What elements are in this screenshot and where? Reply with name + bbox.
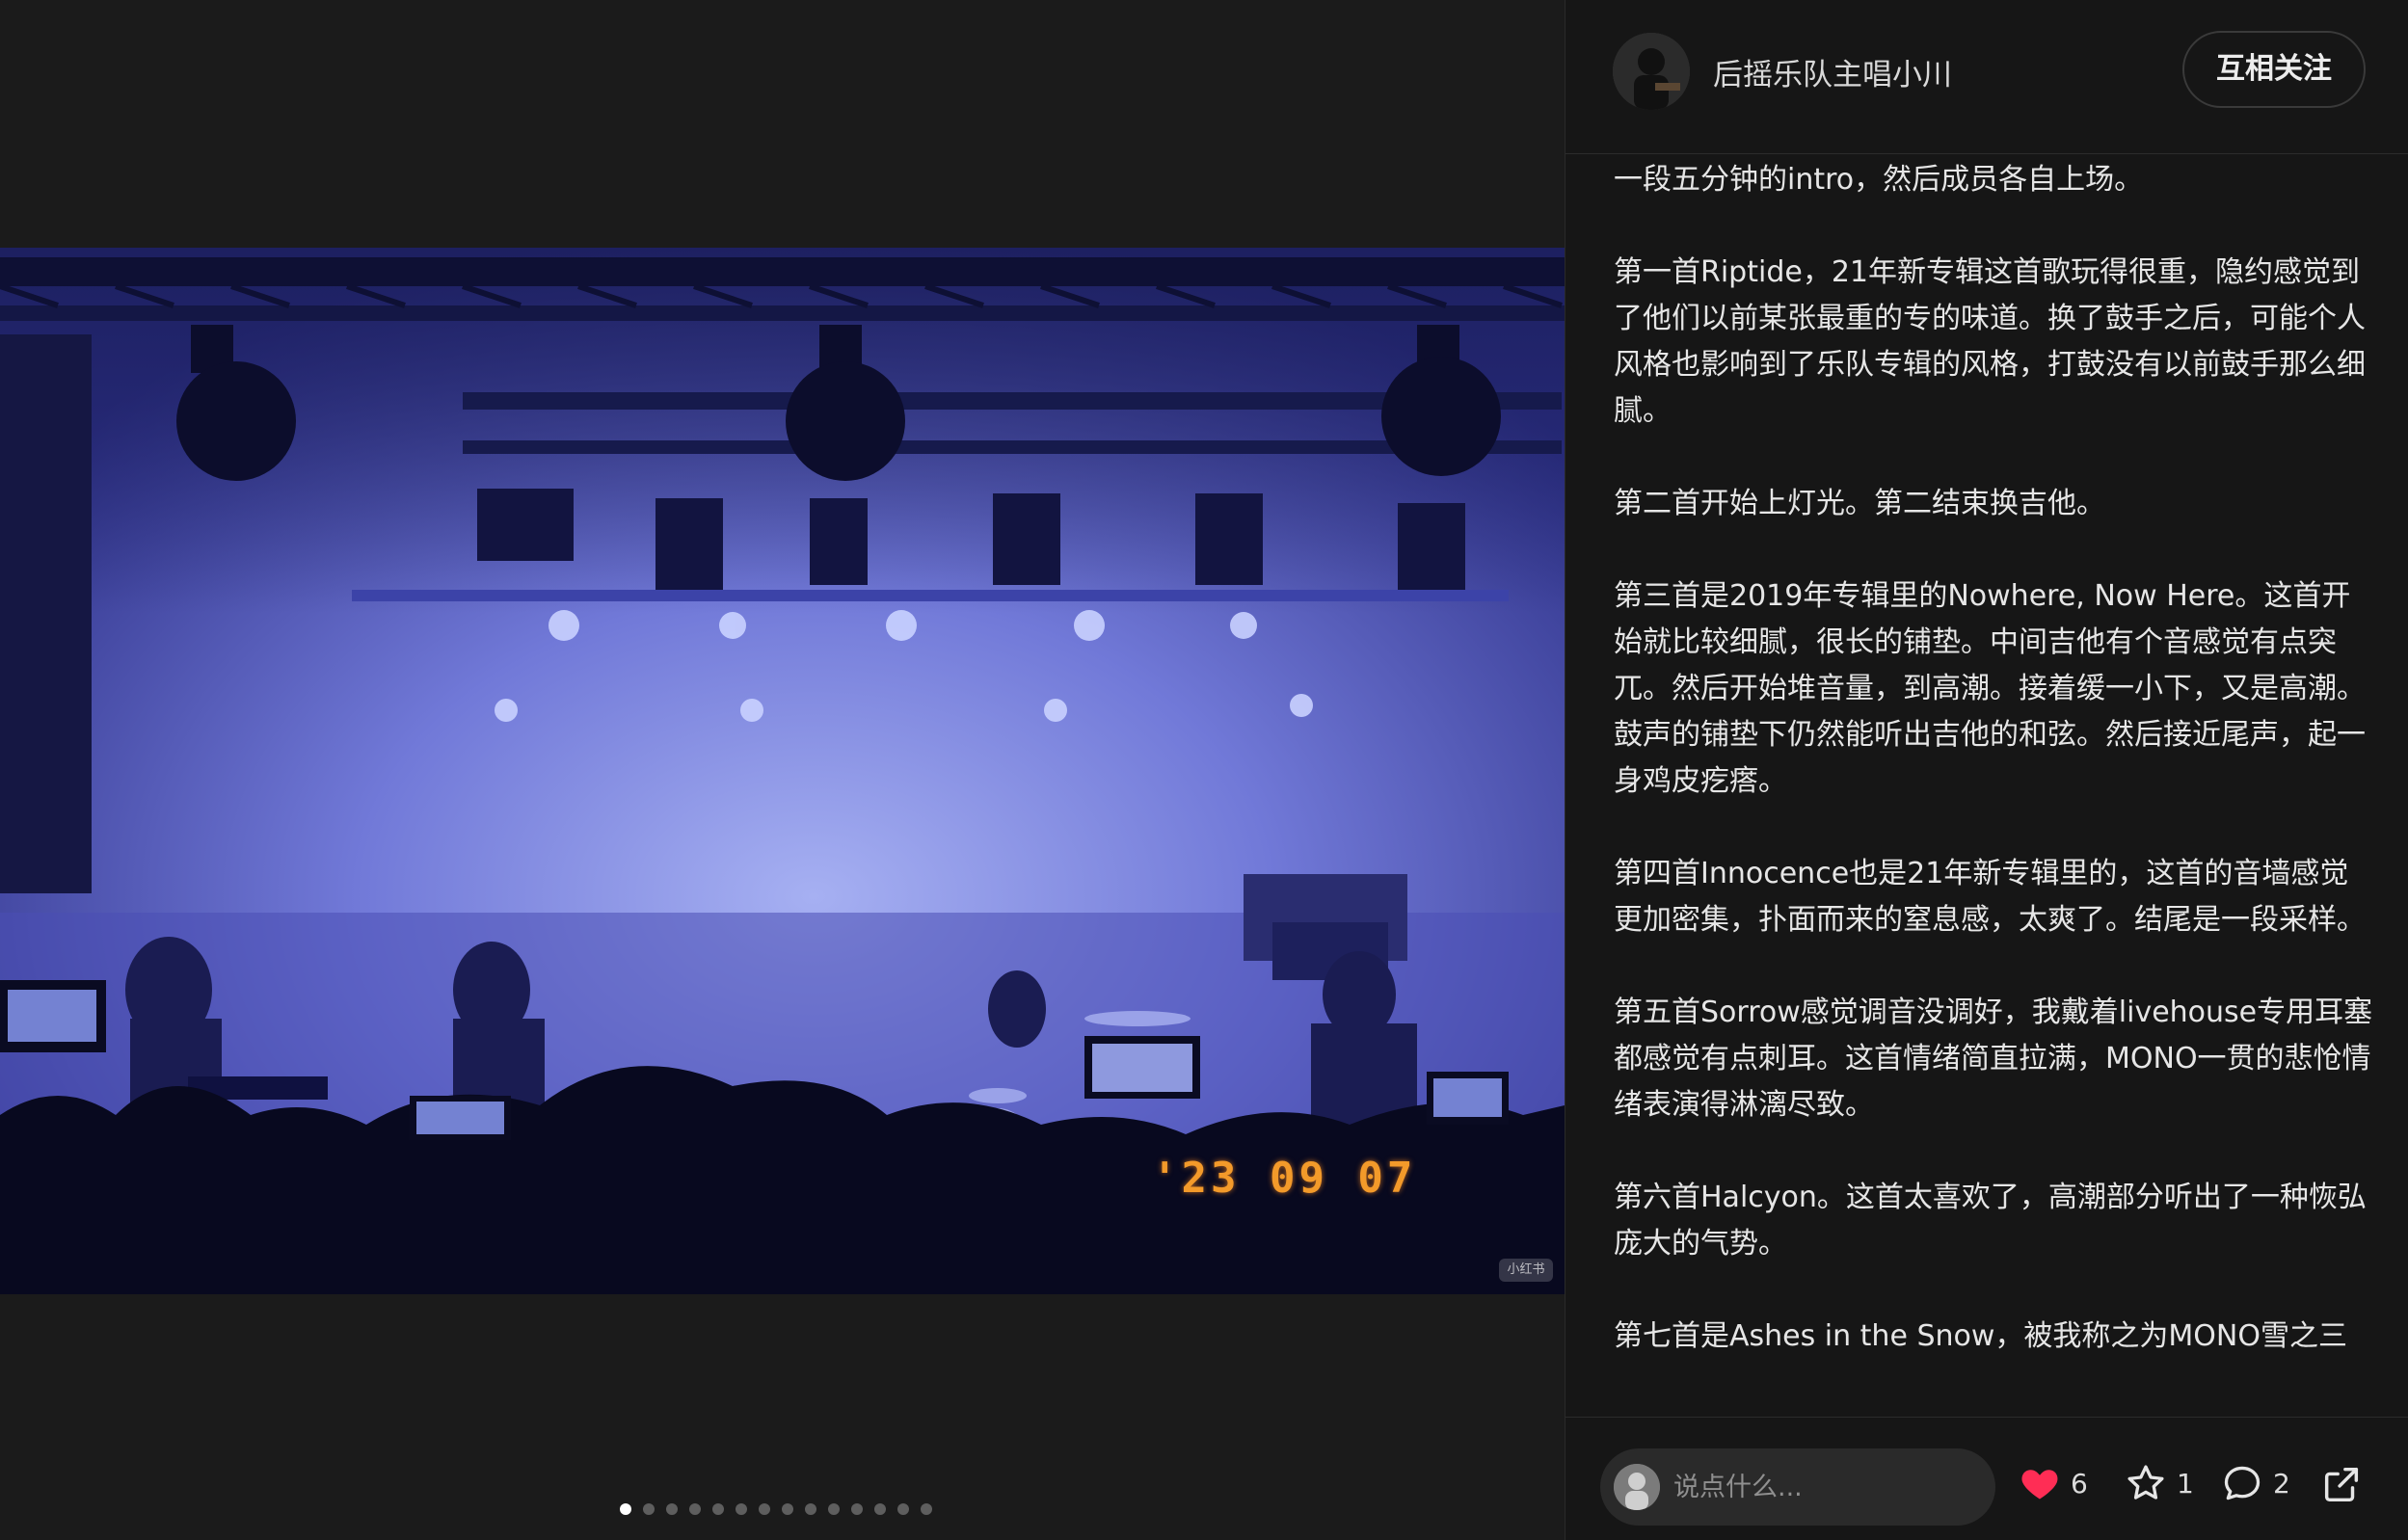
- paragraph: 第五首Sorrow感觉调音没调好，我戴着livehouse专用耳塞都感觉有点刺耳…: [1614, 996, 2373, 1122]
- note-body: 一段五分钟的intro，然后成员各自上场。 第一首Riptide，21年新专辑这…: [1614, 157, 2375, 1415]
- slide-dot[interactable]: [643, 1503, 655, 1515]
- paragraph: 第六首Halcyon。这首太喜欢了，高潮部分听出了一种恢弘庞大的气势。: [1614, 1181, 2367, 1261]
- avatar-photo-icon: [1613, 33, 1690, 110]
- like-button[interactable]: 6: [2019, 1462, 2088, 1504]
- paragraph: 第一首Riptide，21年新专辑这首歌玩得很重，隐约感觉到了他们以前某张最重的…: [1614, 255, 2366, 428]
- comment-count: 2: [2273, 1467, 2290, 1500]
- favorite-button[interactable]: 1: [2125, 1462, 2194, 1504]
- slide-dot[interactable]: [874, 1503, 886, 1515]
- slide-dot[interactable]: [805, 1503, 816, 1515]
- slide-dot[interactable]: [712, 1503, 724, 1515]
- favorite-count: 1: [2177, 1467, 2194, 1500]
- author-header: 后摇乐队主唱小川 互相关注: [1565, 0, 2408, 154]
- slide-dot[interactable]: [782, 1503, 793, 1515]
- slide-dot[interactable]: [897, 1503, 909, 1515]
- slide-dot[interactable]: [666, 1503, 678, 1515]
- watermark-badge: 小红书: [1499, 1259, 1553, 1282]
- slide-dot[interactable]: [851, 1503, 863, 1515]
- author-avatar[interactable]: [1613, 33, 1690, 110]
- interaction-bar: 6 1 2: [1565, 1417, 2408, 1540]
- concert-scene: [0, 248, 1565, 1294]
- paragraph: 第三首是2019年专辑里的Nowhere, Now Here。这首开始就比较细腻…: [1614, 579, 2366, 798]
- comment-bubble-icon: [2224, 1466, 2261, 1500]
- slide-dot[interactable]: [736, 1503, 747, 1515]
- author-name[interactable]: 后摇乐队主唱小川: [1713, 50, 1952, 93]
- star-icon: [2127, 1465, 2164, 1500]
- follow-button[interactable]: 互相关注: [2182, 31, 2366, 108]
- comment-button[interactable]: 2: [2221, 1462, 2290, 1504]
- share-button[interactable]: [2319, 1462, 2364, 1510]
- slide-indicator: [620, 1503, 932, 1515]
- comment-input[interactable]: [1673, 1466, 1982, 1508]
- slide-dot[interactable]: [759, 1503, 770, 1515]
- share-icon: [2324, 1467, 2359, 1502]
- slide-dot-active[interactable]: [620, 1503, 631, 1515]
- paragraph: 第二首开始上灯光。第二结束换吉他。: [1614, 487, 2105, 520]
- photo-date-stamp: '23 09 07: [1152, 1154, 1417, 1203]
- comment-box[interactable]: [1600, 1448, 1995, 1526]
- paragraph: 第四首Innocence也是21年新专辑里的，这首的音墙感觉更加密集，扑面而来的…: [1614, 857, 2366, 937]
- note-viewer: '23 09 07 小红书 后摇乐队主唱小川 互相关注 一段五分钟的intro，…: [0, 0, 2408, 1540]
- like-count: 6: [2071, 1467, 2088, 1500]
- slide-dot[interactable]: [689, 1503, 701, 1515]
- concert-photo[interactable]: [0, 248, 1565, 1294]
- slide-dot[interactable]: [921, 1503, 932, 1515]
- user-avatar-icon: [1614, 1464, 1660, 1510]
- heart-icon: [2021, 1470, 2058, 1500]
- user-avatar: [1614, 1464, 1660, 1510]
- paragraph: 一段五分钟的intro，然后成员各自上场。: [1614, 163, 2144, 197]
- media-pane: '23 09 07 小红书: [0, 0, 1565, 1540]
- paragraph: 第七首是Ashes in the Snow，被我称之为MONO雪之三: [1614, 1319, 2347, 1353]
- note-detail-panel: 后摇乐队主唱小川 互相关注 一段五分钟的intro，然后成员各自上场。 第一首R…: [1565, 0, 2408, 1540]
- slide-dot[interactable]: [828, 1503, 840, 1515]
